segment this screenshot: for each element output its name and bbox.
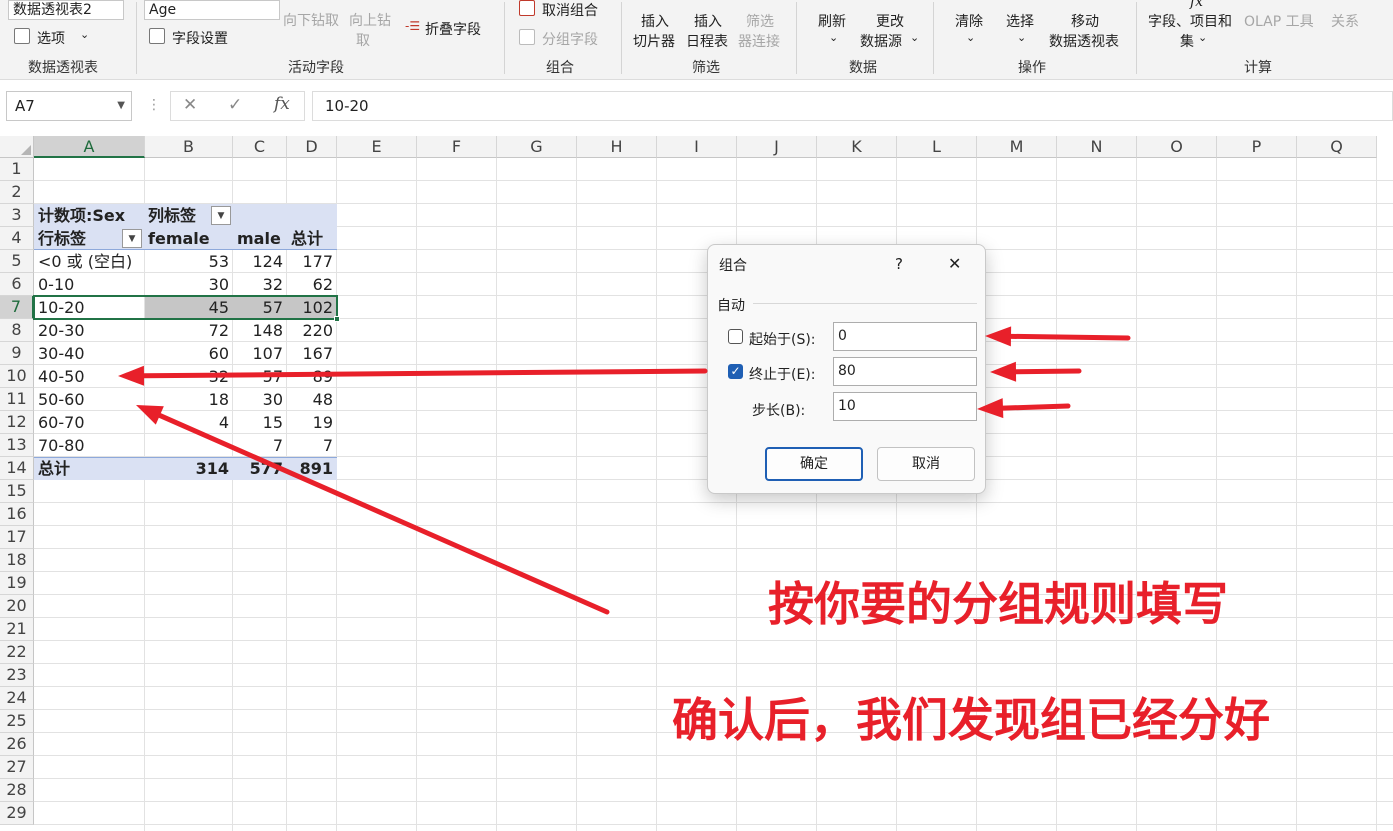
annotation-confirm: 确认后，我们发现组已经分好 xyxy=(672,693,1270,747)
arrow-to-row-50-60-shaft xyxy=(157,412,610,615)
annotation-fill-rules: 按你要的分组规则填写 xyxy=(768,577,1228,631)
arrow-to-start-input-head xyxy=(985,326,1012,347)
arrow-to-row-40-50-shaft xyxy=(141,368,708,379)
arrow-to-end-input-head xyxy=(990,361,1017,382)
arrow-to-step-input-head xyxy=(977,398,1004,419)
arrow-to-row-50-60-head xyxy=(136,405,164,425)
arrow-to-end-input-shaft xyxy=(1013,368,1082,375)
arrow-to-start-input-shaft xyxy=(1008,333,1131,341)
arrow-to-step-input-shaft xyxy=(1000,403,1071,411)
arrow-to-row-40-50-head xyxy=(118,365,145,386)
